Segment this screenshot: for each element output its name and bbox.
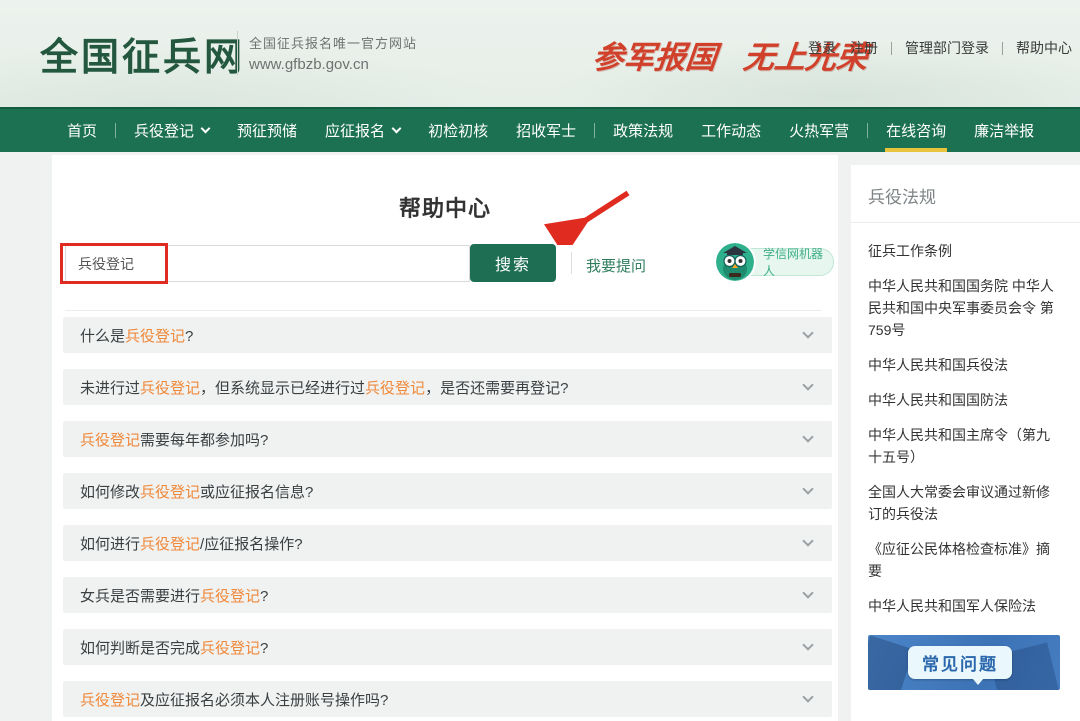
faq-question: 如何判断是否完成兵役登记? [80,637,268,658]
sidebar-link[interactable]: 中华人民共和国主席令（第九十五号） [868,424,1063,468]
nav-divider [867,123,868,138]
sidebar-links: 征兵工作条例中华人民共和国国务院 中华人民共和国中央军事委员会令 第759号中华… [851,223,1080,617]
search-divider [571,252,572,274]
faq-item[interactable]: 女兵是否需要进行兵役登记? [63,577,832,613]
page-title: 帮助中心 [52,191,838,223]
nav-item-label: 廉洁举报 [974,120,1034,141]
faq-question: 未进行过兵役登记，但系统显示已经进行过兵役登记，是否还需要再登记? [80,377,568,398]
nav-item-label: 工作动态 [701,120,761,141]
links-divider [891,42,892,55]
faq-list: 什么是兵役登记? 未进行过兵役登记，但系统显示已经进行过兵役登记，是否还需要再登记… [63,317,832,721]
admin-login-link[interactable]: 管理部门登录 [905,38,989,58]
faq-item[interactable]: 兵役登记及应征报名必须本人注册账号操作吗? [63,681,832,717]
nav-item-9[interactable]: 在线咨询 [872,109,960,152]
main-nav: 首页 兵役登记 预征预储 应征报名 初检初核 招收军士 政策法规 工作动态 火热军营 在线咨询 廉洁… [0,107,1080,152]
site-url: www.gfbzb.gov.cn [249,56,369,73]
nav-item-2[interactable]: 预征预储 [223,109,311,152]
nav-item-label: 招收军士 [516,120,576,141]
sidebar-title: 兵役法规 [851,165,1080,208]
nav-item-label: 首页 [67,120,97,141]
chevron-down-icon [802,483,813,494]
chevron-down-icon [802,587,813,598]
site-tagline: 全国征兵报名唯一官方网站 [249,33,417,52]
chevron-down-icon [802,327,813,338]
sidebar-link[interactable]: 中华人民共和国军人保险法 [868,595,1063,617]
chevron-down-icon [802,379,813,390]
login-link[interactable]: 登录 [808,38,836,58]
faq-item[interactable]: 如何修改兵役登记或应征报名信息? [63,473,832,509]
nav-item-label: 预征预储 [237,120,297,141]
nav-item-4[interactable]: 初检初核 [414,109,502,152]
nav-item-6[interactable]: 政策法规 [599,109,687,152]
nav-item-label: 政策法规 [613,120,673,141]
faq-question: 什么是兵役登记? [80,325,193,346]
chevron-down-icon [802,639,813,650]
nav-item-10[interactable]: 廉洁举报 [960,109,1048,152]
sidebar-link[interactable]: 中华人民共和国国务院 中华人民共和国中央军事委员会令 第759号 [868,275,1063,341]
nav-item-label: 初检初核 [428,120,488,141]
nav-divider [594,123,595,138]
faq-question: 兵役登记及应征报名必须本人注册账号操作吗? [80,689,388,710]
faq-question: 如何修改兵役登记或应征报名信息? [80,481,313,502]
nav-item-label: 兵役登记 [134,120,194,141]
faq-item[interactable]: 如何判断是否完成兵役登记? [63,629,832,665]
faq-question: 女兵是否需要进行兵役登记? [80,585,268,606]
nav-item-1[interactable]: 兵役登记 [120,109,223,152]
help-center-link[interactable]: 帮助中心 [1016,38,1072,58]
nav-items: 首页 兵役登记 预征预储 应征报名 初检初核 招收军士 政策法规 工作动态 火热军营 在线咨询 廉洁… [53,109,1048,152]
nav-item-label: 火热军营 [789,120,849,141]
register-link[interactable]: 注册 [850,38,878,58]
sidebar-link[interactable]: 征兵工作条例 [868,240,1063,262]
logo-divider [237,31,238,75]
ask-question-link[interactable]: 我要提问 [586,255,646,276]
sidebar-laws-panel: 兵役法规 征兵工作条例中华人民共和国国务院 中华人民共和国中央军事委员会令 第7… [851,165,1080,721]
robot-owl-icon [716,243,754,281]
nav-item-label: 应征报名 [325,120,385,141]
sidebar-link[interactable]: 中华人民共和国兵役法 [868,354,1063,376]
sidebar-link[interactable]: 中华人民共和国国防法 [868,389,1063,411]
chevron-down-icon [802,535,813,546]
search-button[interactable]: 搜索 [470,244,556,282]
links-divider [1002,42,1003,55]
nav-item-label: 在线咨询 [886,120,946,141]
chevron-down-icon [802,431,813,442]
chevron-down-icon [802,691,813,702]
nav-divider [115,123,116,138]
faq-question: 兵役登记需要每年都参加吗? [80,429,268,450]
nav-item-8[interactable]: 火热军营 [775,109,863,152]
faq-question: 如何进行兵役登记/应征报名操作? [80,533,303,554]
faq-item[interactable]: 什么是兵役登记? [63,317,832,353]
faq-banner-bubble: 常见问题 [908,646,1012,679]
faq-banner[interactable]: 常见问题 [868,635,1060,690]
faq-item[interactable]: 未进行过兵役登记，但系统显示已经进行过兵役登记，是否还需要再登记? [63,369,832,405]
faq-item[interactable]: 如何进行兵役登记/应征报名操作? [63,525,832,561]
faq-item[interactable]: 兵役登记需要每年都参加吗? [63,421,832,457]
nav-item-3[interactable]: 应征报名 [311,109,414,152]
nav-item-5[interactable]: 招收军士 [502,109,590,152]
chevron-down-icon [201,124,211,134]
sidebar-link[interactable]: 全国人大常委会审议通过新修订的兵役法 [868,481,1063,525]
site-logo[interactable]: 全国征兵网 [40,26,245,81]
account-links: 登录 注册 管理部门登录 帮助中心 [808,38,1072,58]
search-input[interactable] [65,245,470,282]
content-divider [65,310,821,311]
chevron-down-icon [392,124,402,134]
xuexin-robot-button[interactable]: 学信网机器人 [716,241,836,285]
nav-item-0[interactable]: 首页 [53,109,111,152]
nav-item-7[interactable]: 工作动态 [687,109,775,152]
help-center-panel: 帮助中心 搜索 我要提问 学信网机器人 [52,155,838,721]
site-header: 全国征兵网 全国征兵报名唯一官方网站 www.gfbzb.gov.cn 参军报国… [0,0,1080,107]
sidebar-link[interactable]: 《应征公民体格检查标准》摘要 [868,538,1063,582]
